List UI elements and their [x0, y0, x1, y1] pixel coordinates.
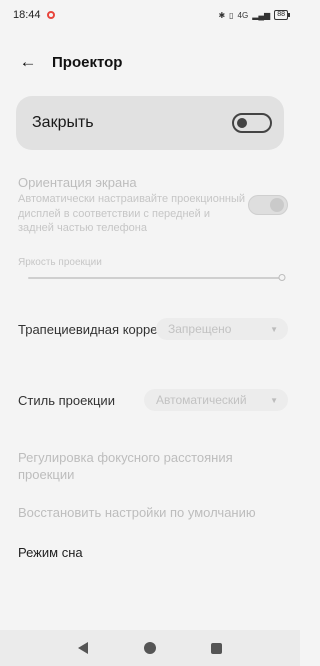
recording-indicator-icon	[46, 11, 55, 19]
brightness-label: Яркость проекции	[18, 257, 102, 268]
triangle-back-icon	[78, 642, 89, 654]
brightness-slider[interactable]	[28, 274, 286, 281]
network-type: 4G	[237, 10, 249, 20]
app-bar: ← Проектор	[0, 44, 300, 80]
signal-icon: ▂▄▆	[252, 10, 271, 20]
arrow-left-icon: ←	[19, 52, 37, 71]
sleep-mode-item[interactable]: Режим сна	[18, 545, 83, 560]
page-title: Проектор	[52, 53, 123, 71]
toggle-knob	[237, 118, 247, 128]
system-nav-bar	[0, 630, 300, 666]
nav-home-button[interactable]	[138, 636, 162, 660]
keystone-value: Запрещено	[168, 322, 232, 336]
projection-style-dropdown[interactable]: Автоматический ▼	[144, 389, 288, 411]
projection-style-label: Стиль проекции	[18, 393, 115, 408]
toggle-knob	[270, 198, 284, 212]
projector-toggle-switch[interactable]	[232, 113, 272, 133]
status-time: 18:44	[13, 9, 41, 21]
chevron-down-icon: ▼	[270, 324, 278, 334]
status-right: ✱ ▯ 4G ▂▄▆ 88	[218, 10, 290, 20]
battery-icon: 88	[274, 10, 290, 20]
slider-thumb[interactable]	[278, 274, 286, 281]
battery-level: 88	[277, 11, 285, 18]
square-recents-icon	[211, 642, 223, 654]
slider-track	[28, 277, 282, 279]
orientation-subtitle: Автоматически настраивайте проекционный …	[18, 193, 246, 234]
status-bar: 18:44 ✱ ▯ 4G ▂▄▆ 88	[0, 0, 300, 30]
orientation-toggle-switch[interactable]	[248, 195, 288, 215]
chevron-down-icon: ▼	[270, 395, 278, 405]
nav-back-button[interactable]	[71, 636, 95, 660]
back-button[interactable]: ←	[8, 44, 48, 80]
reset-defaults-item[interactable]: Восстановить настройки по умолчанию	[18, 505, 256, 520]
orientation-title: Ориентация экрана	[18, 175, 137, 190]
focus-adjustment-item[interactable]: Регулировка фокусного расстояния проекци…	[18, 449, 268, 483]
bluetooth-icon: ✱	[218, 10, 226, 20]
projector-toggle-label: Закрыть	[32, 114, 94, 131]
projection-style-value: Автоматический	[156, 393, 247, 407]
keystone-dropdown[interactable]: Запрещено ▼	[156, 318, 288, 340]
nav-recents-button[interactable]	[205, 636, 229, 660]
vibrate-icon: ▯	[229, 10, 234, 20]
status-left: 18:44	[13, 9, 55, 21]
circle-home-icon	[143, 642, 156, 654]
projector-toggle-card[interactable]: Закрыть	[16, 96, 284, 150]
